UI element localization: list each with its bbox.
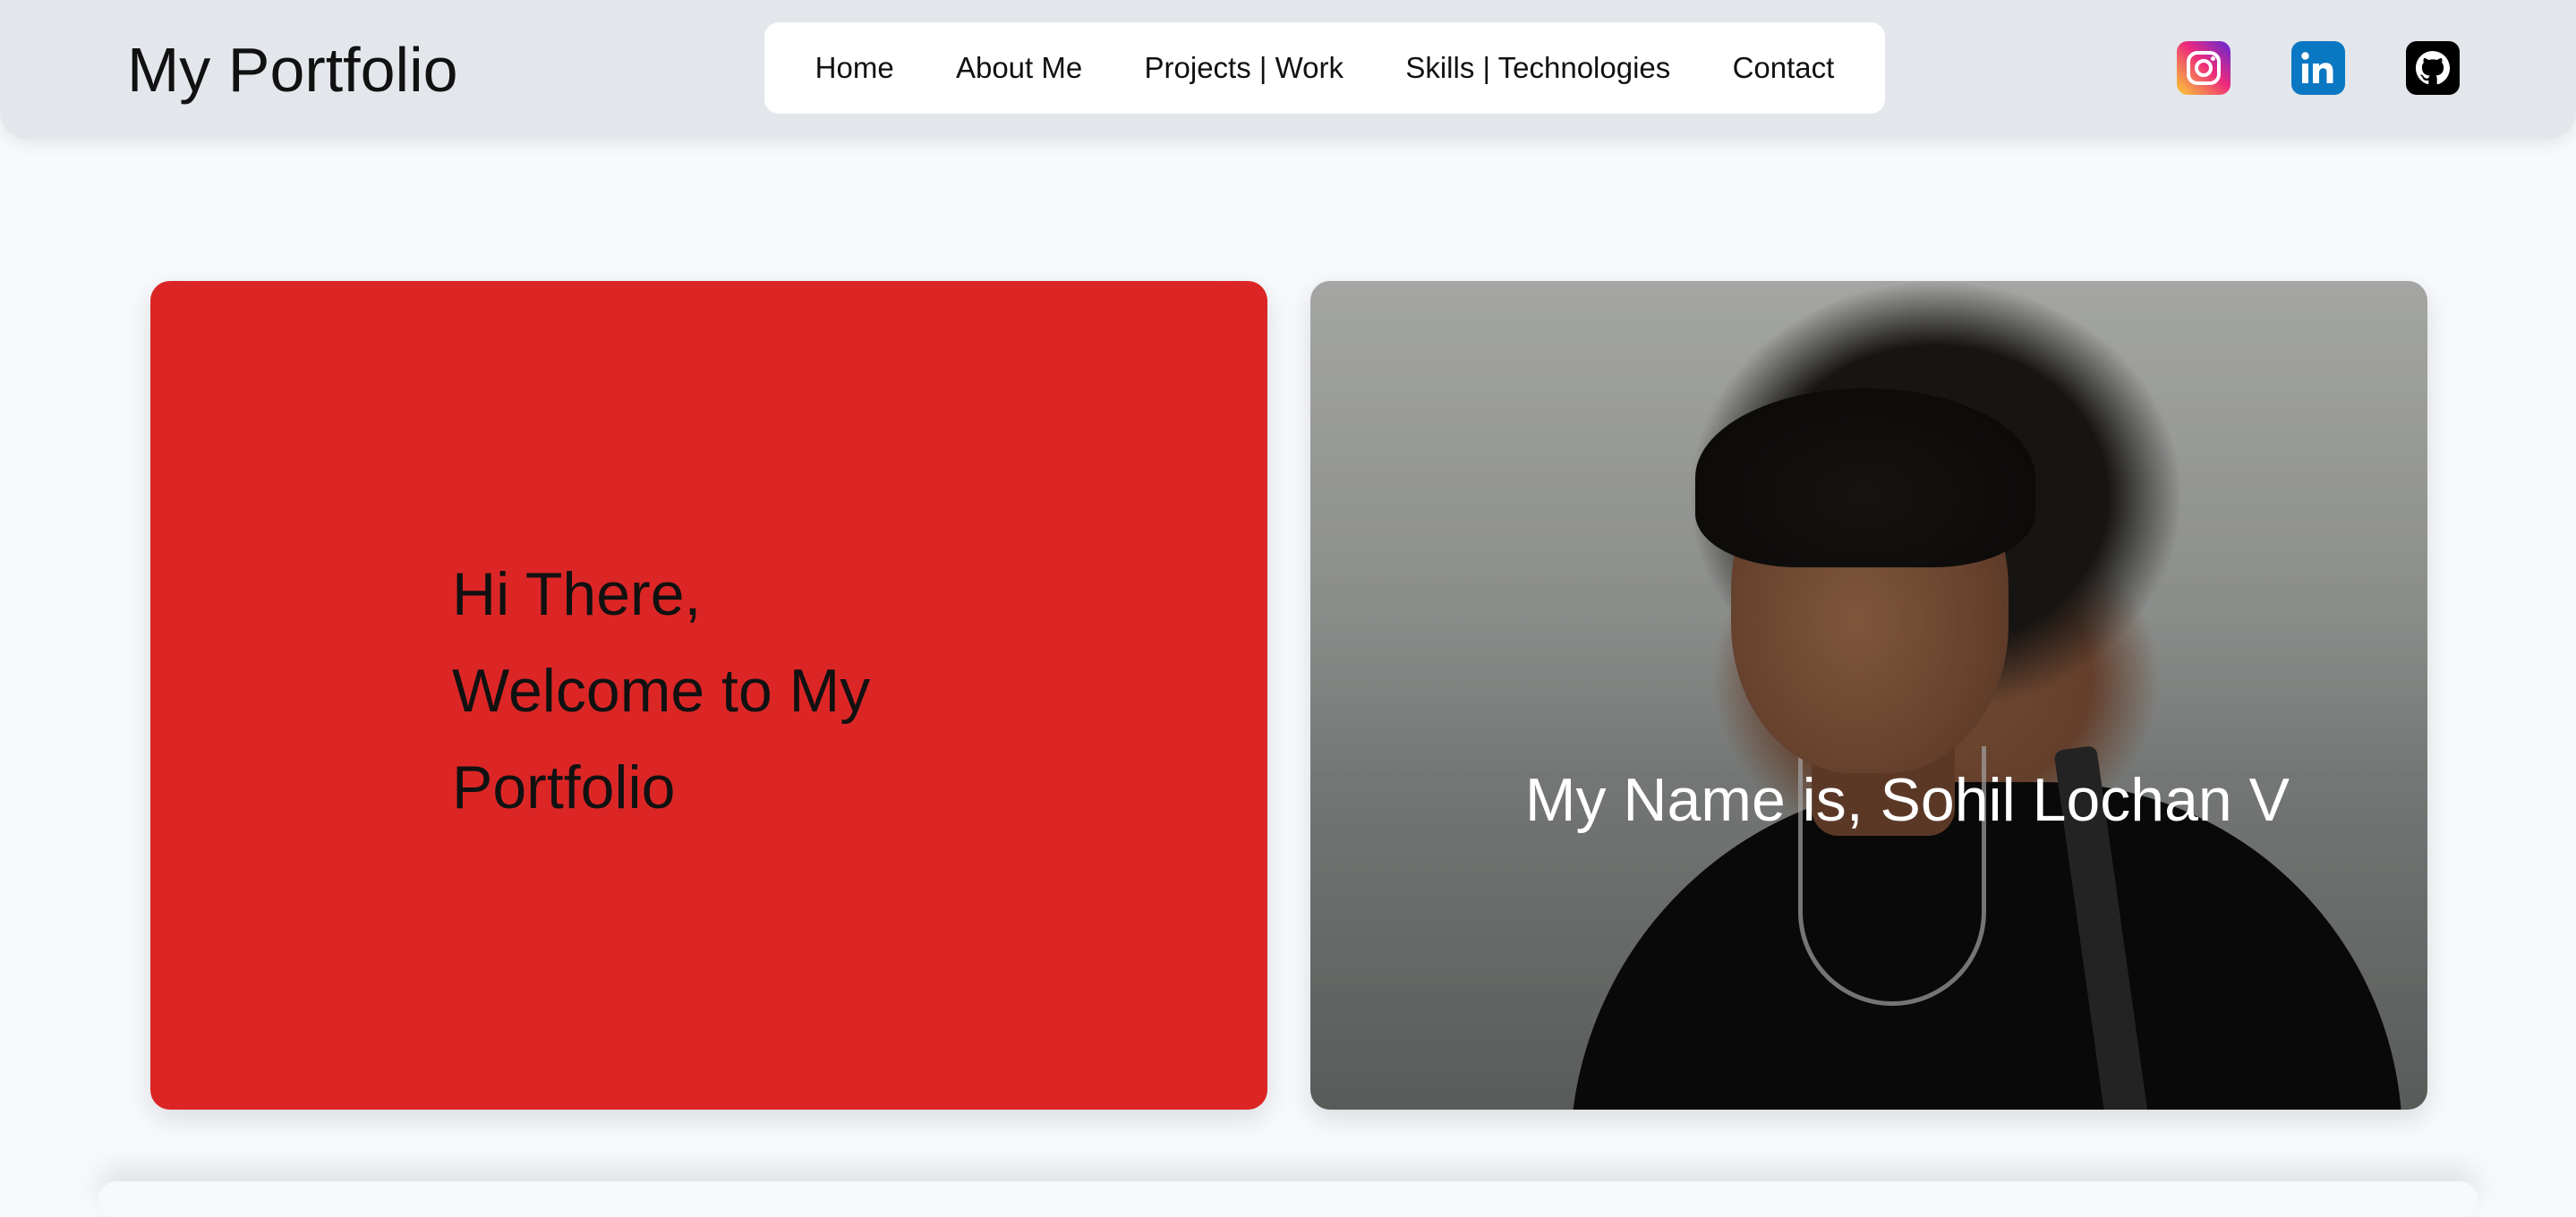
name-caption: My Name is, Sohil Lochan V <box>1524 766 2290 834</box>
next-section-edge <box>98 1181 2478 1217</box>
site-header: My Portfolio Home About Me Projects | Wo… <box>0 0 2576 139</box>
nav-link-skills[interactable]: Skills | Technologies <box>1405 51 1670 85</box>
welcome-line-3: Portfolio <box>452 753 676 821</box>
nav-link-projects[interactable]: Projects | Work <box>1145 51 1344 85</box>
nav-link-home[interactable]: Home <box>815 51 894 85</box>
nav-link-contact[interactable]: Contact <box>1733 51 1835 85</box>
main-nav: Home About Me Projects | Work Skills | T… <box>764 22 1885 114</box>
welcome-line-2: Welcome to My <box>452 657 871 725</box>
photo-dim-overlay <box>1310 281 2427 1110</box>
welcome-line-1: Hi There, <box>452 560 702 628</box>
github-icon[interactable] <box>2406 41 2460 95</box>
welcome-text: Hi There, Welcome to My Portfolio <box>452 546 953 836</box>
nav-link-about[interactable]: About Me <box>956 51 1082 85</box>
linkedin-icon[interactable] <box>2291 41 2345 95</box>
profile-photo-card: My Name is, Sohil Lochan V <box>1310 281 2427 1110</box>
welcome-card: Hi There, Welcome to My Portfolio <box>150 281 1267 1110</box>
brand-logo-text[interactable]: My Portfolio <box>127 32 458 107</box>
instagram-icon[interactable] <box>2177 41 2231 95</box>
